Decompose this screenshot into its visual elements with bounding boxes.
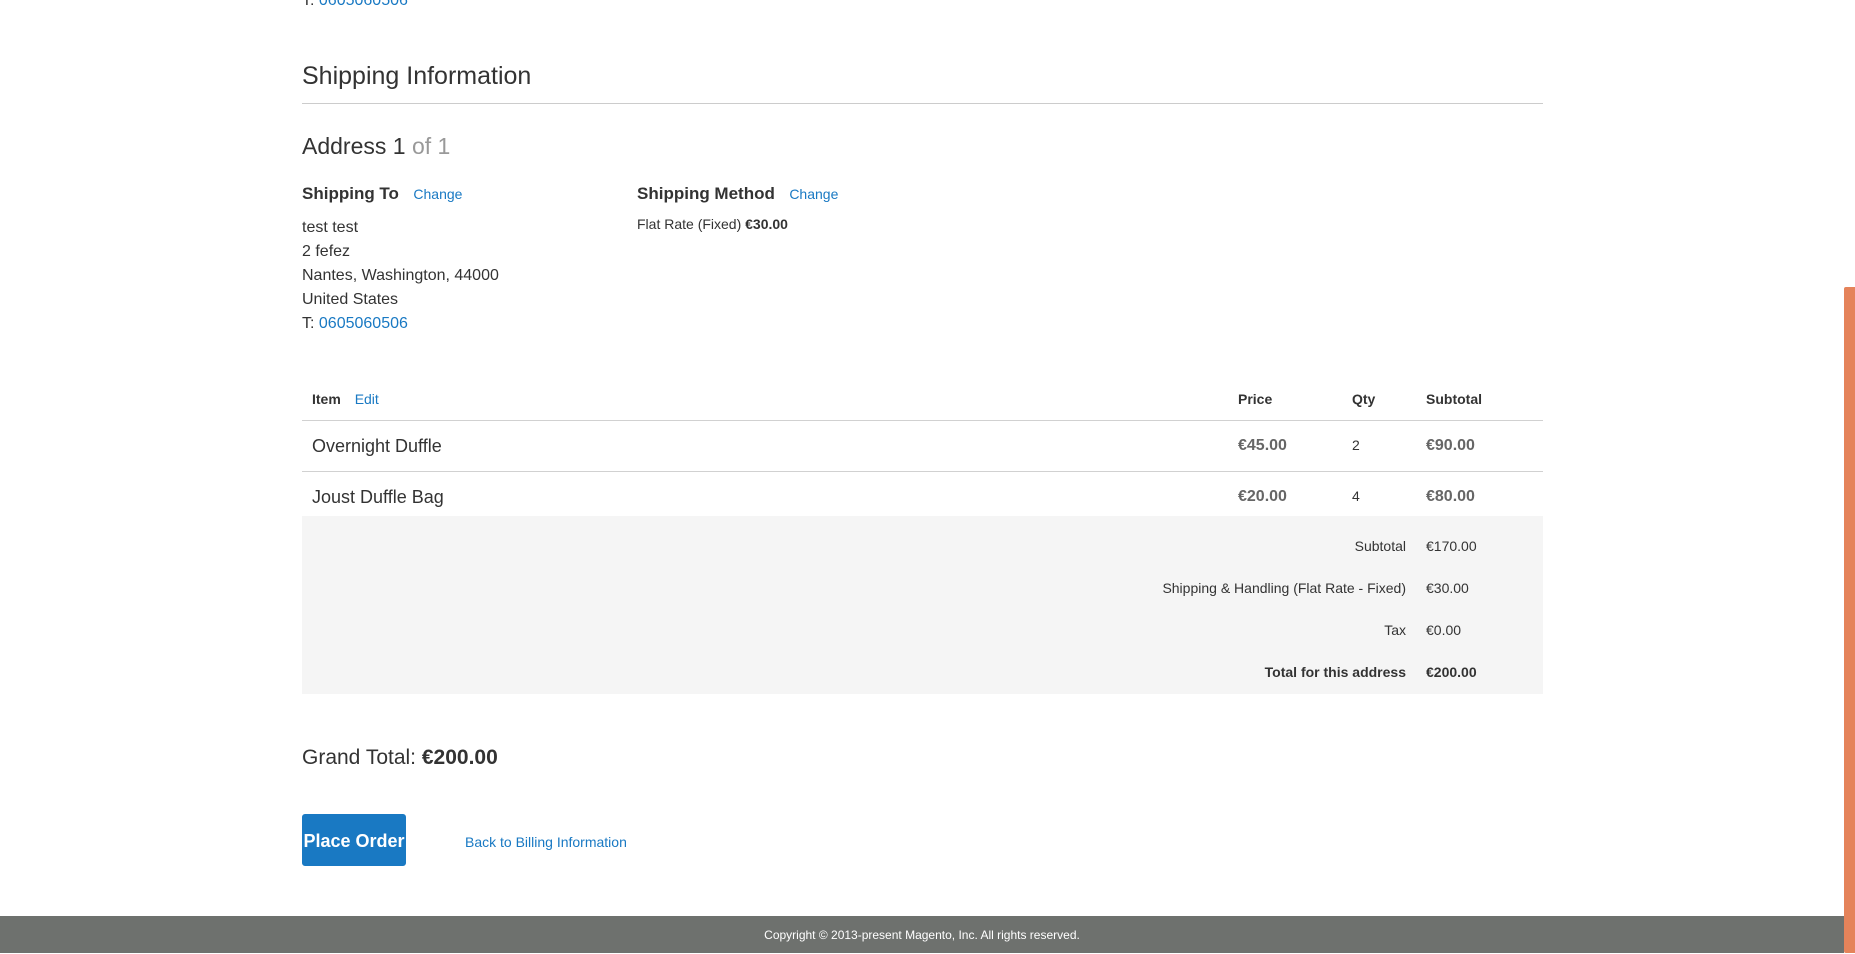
footer-copyright: Copyright © 2013-present Magento, Inc. A…	[0, 916, 1844, 953]
address-city: Nantes, Washington, 44000	[302, 267, 499, 284]
address-name: test test	[302, 219, 359, 236]
address-totals: Subtotal €170.00 Shipping & Handling (Fl…	[302, 516, 1543, 694]
totals-shipping-label: Shipping & Handling (Flat Rate - Fixed)	[1162, 580, 1406, 596]
table-header-row: Item Edit Price Qty Subtotal	[302, 378, 1543, 421]
product-subtotal: €90.00	[1425, 420, 1543, 472]
change-shipping-address-link[interactable]: Change	[413, 186, 462, 202]
product-name: Overnight Duffle	[302, 420, 1237, 472]
product-price: €45.00	[1237, 420, 1351, 472]
phone-link[interactable]: 0605060506	[319, 0, 408, 9]
totals-subtotal-label: Subtotal	[1354, 538, 1406, 554]
address-count: of 1	[411, 133, 451, 159]
change-shipping-method-link[interactable]: Change	[789, 186, 838, 202]
product-name-text: Overnight Duffle	[312, 435, 442, 456]
product-qty-value: 4	[1352, 488, 1360, 504]
column-header-item: Item Edit	[302, 378, 1237, 421]
address-heading: Address 1 of 1	[302, 133, 450, 160]
product-subtotal-value: €90.00	[1426, 437, 1475, 454]
product-qty: 4	[1351, 471, 1425, 523]
section-title: Shipping Information	[302, 62, 1543, 104]
product-qty: 2	[1351, 420, 1425, 472]
totals-shipping-value: €30.00	[1426, 580, 1469, 596]
grand-total: Grand Total: €200.00	[302, 746, 498, 770]
table-row: Joust Duffle Bag €20.00 4 €80.00	[302, 471, 1543, 523]
shipping-method-title: Shipping Method	[637, 184, 775, 203]
product-price-value: €45.00	[1238, 437, 1287, 454]
product-qty-value: 2	[1352, 437, 1360, 453]
product-subtotal: €80.00	[1425, 471, 1543, 523]
address-country: United States	[302, 291, 399, 308]
previous-address-phone: T: 0605060506	[302, 0, 408, 10]
shipping-to-box: Shipping To Change test test 2 fefez Nan…	[302, 184, 499, 336]
shipping-method-box: Shipping Method Change Flat Rate (Fixed)…	[637, 184, 838, 232]
column-header-subtotal: Subtotal	[1425, 378, 1543, 421]
product-price: €20.00	[1237, 471, 1351, 523]
product-name: Joust Duffle Bag	[302, 471, 1237, 523]
phone-prefix: T:	[302, 315, 315, 332]
grand-total-value: €200.00	[421, 746, 498, 769]
phone-prefix: T:	[302, 0, 315, 9]
totals-tax-label: Tax	[1384, 622, 1406, 638]
product-price-value: €20.00	[1238, 488, 1287, 505]
shipping-rate: Flat Rate (Fixed) €30.00	[637, 216, 838, 232]
totals-address-total-label: Total for this address	[1264, 664, 1406, 680]
table-row: Overnight Duffle €45.00 2 €90.00	[302, 420, 1543, 472]
product-subtotal-value: €80.00	[1426, 488, 1475, 505]
grand-total-label: Grand Total:	[302, 746, 417, 769]
totals-tax-value: €0.00	[1426, 622, 1462, 638]
phone-link[interactable]: 0605060506	[319, 315, 408, 332]
address-label: Address 1	[302, 133, 406, 159]
shipping-rate-label: Flat Rate (Fixed)	[637, 216, 742, 232]
totals-address-total-value: €200.00	[1426, 664, 1477, 680]
place-order-button[interactable]: Place Order	[302, 814, 406, 866]
shipping-to-title: Shipping To	[302, 184, 399, 203]
address-phone: T: 0605060506	[302, 312, 499, 336]
item-header-label: Item	[312, 391, 341, 407]
scrollbar-track[interactable]	[1844, 0, 1855, 953]
shipping-rate-price: €30.00	[745, 216, 788, 232]
totals-subtotal-value: €170.00	[1426, 538, 1477, 554]
address-street: 2 fefez	[302, 243, 351, 260]
column-header-price: Price	[1237, 378, 1351, 421]
edit-items-link[interactable]: Edit	[355, 391, 379, 407]
product-name-text: Joust Duffle Bag	[312, 486, 444, 507]
scrollbar-thumb[interactable]	[1844, 287, 1855, 953]
back-to-billing-link[interactable]: Back to Billing Information	[465, 834, 627, 850]
column-header-qty: Qty	[1351, 378, 1425, 421]
order-items-table: Item Edit Price Qty Subtotal Overnight D…	[302, 378, 1543, 523]
shipping-address: test test 2 fefez Nantes, Washington, 44…	[302, 216, 499, 336]
